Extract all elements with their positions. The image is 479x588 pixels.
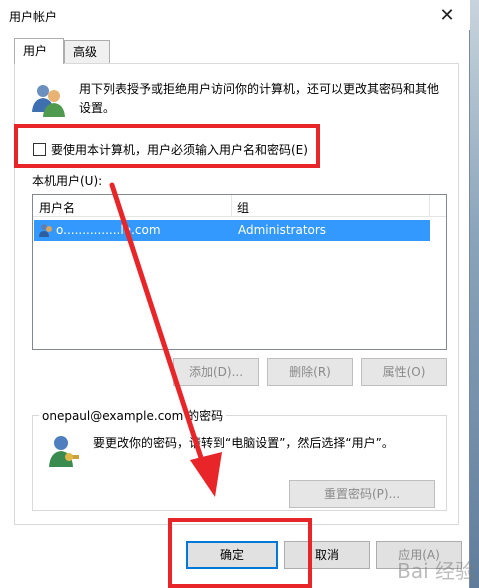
table-row[interactable]: o...............le.com Administrators <box>34 220 430 241</box>
local-users-label: 本机用户(U): <box>32 174 103 188</box>
window-title: 用户帐户 <box>9 10 58 24</box>
list-header: 用户名 组 <box>33 195 446 217</box>
column-divider[interactable] <box>231 195 232 217</box>
user-icon <box>39 224 52 237</box>
redaction-blur <box>69 286 181 306</box>
user-key-icon <box>49 436 79 467</box>
reset-password-button[interactable]: 重置密码(P)... <box>289 480 435 508</box>
desktop-background <box>469 0 479 588</box>
title-bar: 用户帐户 ✕ <box>0 0 470 30</box>
intro-text: 用下列表授予或拒绝用户访问你的计算机，还可以更改其密码和其他设置。 <box>79 82 440 115</box>
password-instructions: 要更改你的密码，请转到“电脑设置”，然后选择“用户”。 <box>93 436 394 450</box>
tab-users[interactable]: 用户 <box>14 38 64 64</box>
annotation-highlight-checkbox <box>14 124 320 168</box>
watermark: Bai 经验 <box>397 559 475 583</box>
password-group-legend: onepaul@example.com 的密码 <box>39 407 227 424</box>
add-user-button[interactable]: 添加(D)... <box>173 358 259 386</box>
annotation-highlight-ok <box>168 518 312 588</box>
local-users-list[interactable]: 用户名 组 o...............le.com Administrat… <box>32 194 447 350</box>
row-username: o...............le.com <box>56 223 161 237</box>
users-icon <box>32 85 65 117</box>
row-group: Administrators <box>238 223 327 237</box>
password-group: onepaul@example.com 的密码 要更改你的密码，请转到“电脑设置… <box>32 407 447 511</box>
properties-button[interactable]: 属性(O) <box>361 358 447 386</box>
user-accounts-dialog: 用户帐户 ✕ 用户 高级 用下列表授予或拒绝用户访问你的计算机，还可以更改其密码… <box>0 0 470 588</box>
close-button[interactable]: ✕ <box>424 0 470 30</box>
column-divider[interactable] <box>429 195 430 217</box>
column-username[interactable]: 用户名 <box>39 199 75 216</box>
remove-user-button[interactable]: 删除(R) <box>267 358 353 386</box>
tab-advanced[interactable]: 高级 <box>64 40 110 64</box>
column-group[interactable]: 组 <box>237 199 249 216</box>
